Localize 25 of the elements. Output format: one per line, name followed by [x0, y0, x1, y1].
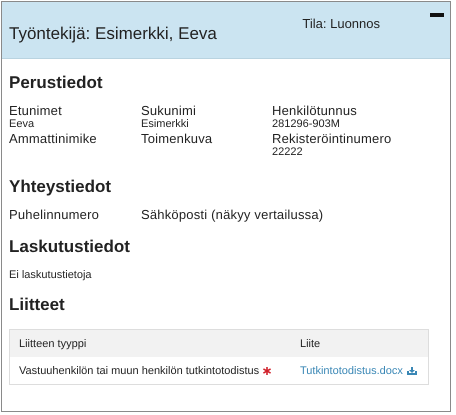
- section-heading: Perustiedot: [9, 73, 104, 93]
- download-icon[interactable]: [406, 366, 417, 374]
- status-label: Tila: Luonnos: [302, 16, 380, 31]
- collapse-button[interactable]: [430, 11, 444, 19]
- field-label: Sukunimi: [141, 103, 198, 118]
- field-value: 281296-903M: [272, 118, 341, 131]
- column-header: Liite: [299, 338, 322, 350]
- field-label: Sähköposti (näkyy vertailussa): [141, 207, 324, 222]
- section-heading: Laskutustiedot: [9, 237, 131, 257]
- field-label: Toimenkuva: [141, 131, 214, 146]
- section-heading: Liitteet: [9, 295, 66, 315]
- field-label: Etunimet: [9, 103, 63, 118]
- file-link[interactable]: Tutkintotodistus.docx: [300, 364, 403, 376]
- section-heading: Yhteystiedot: [9, 177, 112, 197]
- field-value: Eeva: [9, 118, 36, 131]
- column-header: Liitteen tyyppi: [18, 338, 88, 350]
- empty-message: Ei laskutustietoja: [9, 269, 93, 281]
- field-value: 22222: [272, 146, 304, 159]
- panel-title: Työntekijä: Esimerkki, Eeva: [9, 24, 218, 44]
- field-label: Rekisteröintinumero: [272, 131, 392, 146]
- field-value: Esimerkki: [141, 118, 190, 131]
- field-label: Henkilötunnus: [272, 103, 358, 118]
- field-label: Puhelinnumero: [9, 207, 100, 222]
- table-cell: Vastuuhenkilön tai muun henkilön tutkintotodistus: [19, 364, 260, 376]
- field-label: Ammattinimike: [9, 131, 98, 146]
